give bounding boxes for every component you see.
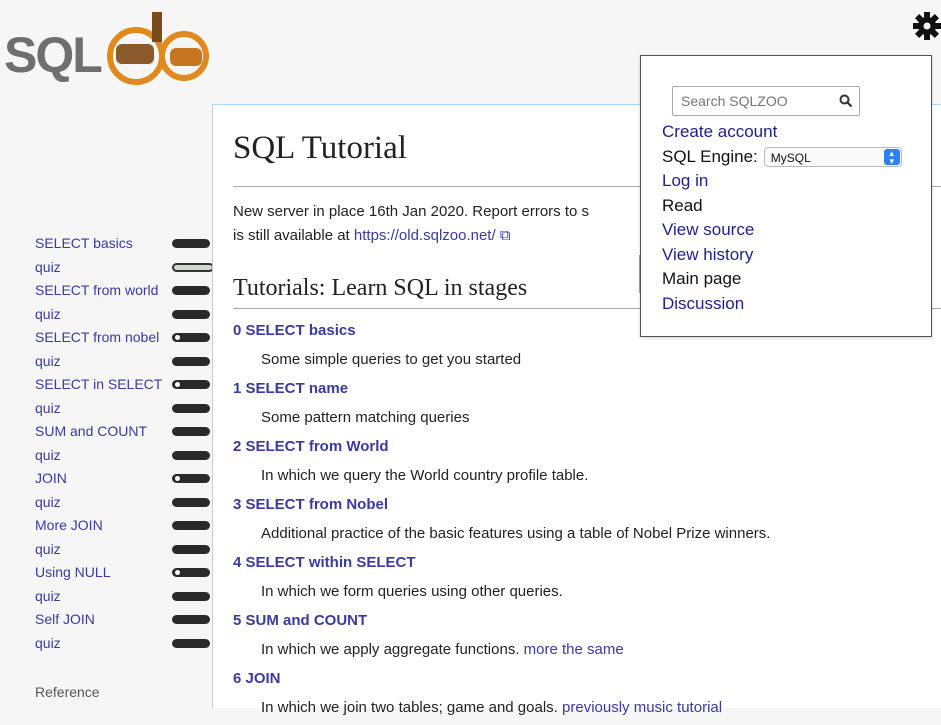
log-in-link[interactable]: Log in: [662, 169, 902, 194]
read-tab[interactable]: Read: [662, 194, 902, 219]
tutorial-description: In which we apply aggregate functions. m…: [261, 641, 624, 658]
sql-engine-select[interactable]: MySQL ▴ ▾: [763, 146, 902, 167]
view-source-link[interactable]: View source: [662, 218, 902, 243]
sql-engine-row: SQL Engine: MySQL ▴ ▾: [662, 145, 902, 170]
search-icon[interactable]: [839, 94, 853, 108]
server-notice: New server in place 16th Jan 2020. Repor…: [233, 203, 590, 244]
sidebar-item-sum-and-count[interactable]: SUM and COUNT: [0, 420, 212, 444]
progress-bar: [172, 474, 210, 483]
external-link-icon: ⧉: [495, 227, 511, 244]
tutorial-description: In which we query the World country prof…: [261, 467, 589, 484]
progress-bar: [172, 286, 210, 295]
create-account-link[interactable]: Create account: [662, 120, 902, 145]
sqlzoo-logo[interactable]: SQL: [4, 6, 214, 90]
sidebar-nav: SELECT basics quiz SELECT from world qui…: [0, 232, 214, 656]
tutorial-description: In which we join two tables; game and go…: [261, 699, 723, 716]
sidebar-item-select-basics[interactable]: SELECT basics: [0, 232, 212, 256]
old-site-link[interactable]: https://old.sqlzoo.net/: [354, 227, 496, 244]
progress-bar: [172, 568, 210, 577]
tutorial-description: Some pattern matching queries: [261, 409, 470, 426]
sidebar-item-quiz[interactable]: quiz: [0, 350, 212, 374]
search-input[interactable]: [672, 86, 860, 116]
progress-bar: [172, 521, 210, 530]
sidebar-item-quiz[interactable]: quiz: [0, 491, 212, 515]
tutorial-link[interactable]: 3 SELECT from Nobel: [233, 493, 933, 516]
progress-bar: [172, 615, 210, 624]
svg-text:SQL: SQL: [4, 27, 101, 83]
progress-bar: [172, 309, 210, 319]
sql-engine-label: SQL Engine:: [662, 146, 758, 166]
sidebar-item-quiz[interactable]: quiz: [0, 256, 214, 280]
sidebar-item-quiz[interactable]: quiz: [0, 303, 212, 327]
gear-icon[interactable]: [912, 8, 941, 44]
progress-bar: [172, 450, 210, 460]
sidebar-item-quiz[interactable]: quiz: [0, 538, 212, 562]
sidebar-item-select-from-world[interactable]: SELECT from world: [0, 279, 212, 303]
sidebar-item-select-from-nobel[interactable]: SELECT from nobel: [0, 326, 212, 350]
progress-bar: [172, 591, 210, 601]
discussion-link[interactable]: Discussion: [662, 292, 902, 317]
view-history-link[interactable]: View history: [662, 243, 902, 268]
sidebar-item-quiz[interactable]: quiz: [0, 397, 212, 421]
progress-bar: [172, 403, 210, 413]
progress-bar: [172, 380, 210, 389]
tutorial-description: Additional practice of the basic feature…: [261, 525, 771, 542]
main-page-tab[interactable]: Main page: [662, 267, 902, 292]
more-the-same-link[interactable]: more the same: [524, 641, 624, 658]
tutorial-description: In which we form queries using other que…: [261, 583, 563, 600]
tools-popup-menu: Create account SQL Engine: MySQL▴▾ Log i…: [640, 55, 932, 337]
tutorial-list: 0 SELECT basics Some simple queries to g…: [233, 319, 933, 725]
sidebar-item-more-join[interactable]: More JOIN: [0, 514, 212, 538]
sidebar-item-using-null[interactable]: Using NULL: [0, 561, 212, 585]
previous-tutorial-link[interactable]: previously music tutorial: [562, 699, 722, 716]
sidebar-item-quiz[interactable]: quiz: [0, 585, 212, 609]
progress-bar: [172, 544, 210, 554]
section-heading: Tutorials: Learn SQL in stages: [233, 275, 528, 301]
tutorial-description: Some simple queries to get you started: [261, 351, 522, 368]
popup-menu-items: Create account SQL Engine: MySQL ▴ ▾ Log i…: [662, 120, 902, 316]
progress-bar: [172, 262, 214, 272]
tutorial-link[interactable]: 4 SELECT within SELECT: [233, 551, 933, 574]
progress-bar: [172, 497, 210, 507]
sidebar-item-quiz[interactable]: quiz: [0, 444, 212, 468]
chevron-updown-icon: ▴ ▾: [883, 148, 900, 165]
tutorial-link[interactable]: 2 SELECT from World: [233, 435, 933, 458]
progress-bar: [172, 333, 210, 342]
sidebar-item-join[interactable]: JOIN: [0, 467, 212, 491]
sidebar-item-self-join[interactable]: Self JOIN: [0, 608, 212, 632]
progress-bar: [172, 638, 210, 648]
sidebar-item-quiz[interactable]: quiz: [0, 632, 212, 656]
tutorial-link[interactable]: 6 JOIN: [233, 667, 933, 690]
progress-bar: [172, 239, 210, 248]
tutorial-link[interactable]: 1 SELECT name: [233, 377, 933, 400]
tutorial-link[interactable]: 5 SUM and COUNT: [233, 609, 933, 632]
sidebar-heading-reference: Reference: [35, 684, 100, 700]
progress-bar: [172, 356, 210, 366]
sidebar-item-select-in-select[interactable]: SELECT in SELECT: [0, 373, 212, 397]
progress-bar: [172, 427, 210, 436]
page-title: SQL Tutorial: [233, 130, 407, 166]
